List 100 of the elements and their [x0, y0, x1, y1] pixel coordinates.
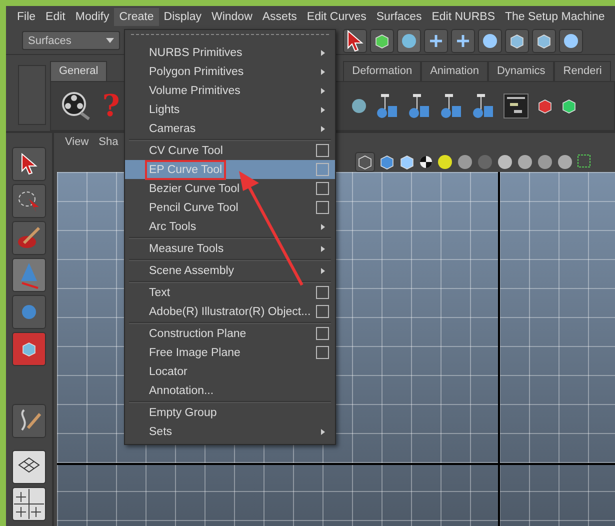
submenu-arrow-icon: [321, 268, 325, 274]
outliner-icon: [503, 93, 529, 119]
menu-item[interactable]: Create: [114, 8, 159, 26]
submenu-arrow-icon: [321, 106, 325, 112]
menu-item[interactable]: Polygon Primitives: [125, 62, 335, 81]
hierarchy-icon: [375, 93, 399, 119]
submenu-arrow-icon: [321, 126, 325, 132]
submenu-arrow-icon: [321, 428, 325, 434]
option-box[interactable]: [316, 346, 329, 359]
four-view-icon: [14, 489, 44, 519]
menu-item[interactable]: File: [12, 8, 41, 26]
menu-item[interactable]: Cameras: [125, 119, 335, 138]
panel-menu-item[interactable]: Sha: [98, 136, 118, 148]
option-box[interactable]: [316, 201, 329, 214]
menu-item[interactable]: Display: [158, 8, 206, 26]
menu-item[interactable]: Annotation...: [125, 381, 335, 400]
hierarchy-icon: [407, 93, 431, 119]
sphere-icon: [557, 154, 573, 170]
menu-set-dropdown[interactable]: Surfaces: [22, 31, 120, 50]
submenu-arrow-icon: [321, 246, 325, 252]
toolbar-button[interactable]: [478, 28, 502, 52]
toolbar-button[interactable]: [370, 28, 394, 52]
shelf-tab[interactable]: Renderi: [554, 61, 611, 81]
scale-tool-button[interactable]: [12, 332, 46, 366]
menu-item[interactable]: Window: [206, 8, 258, 26]
menu-item[interactable]: Assets: [257, 8, 302, 26]
arrow-cursor-icon: [346, 30, 364, 52]
sphere-icon: [351, 98, 367, 114]
menu-item[interactable]: Empty Group: [125, 403, 335, 422]
sculpt-tool-button[interactable]: [12, 404, 46, 438]
plus-icon: [428, 32, 444, 48]
sphere-icon: [517, 154, 533, 170]
option-box[interactable]: [316, 327, 329, 340]
toolbar-button[interactable]: [424, 28, 448, 52]
sphere-icon: [563, 32, 579, 48]
checker-icon: [419, 154, 433, 168]
submenu-arrow-icon: [321, 88, 325, 94]
menu-item[interactable]: Locator: [125, 362, 335, 381]
menu-item[interactable]: Sets: [125, 422, 335, 441]
sphere-icon: [497, 154, 513, 170]
menu-item[interactable]: Edit Curves: [302, 8, 372, 26]
toolbar-button[interactable]: [505, 28, 529, 52]
submenu-arrow-icon: [321, 68, 325, 74]
lasso-tool-button[interactable]: [12, 184, 46, 218]
plus-icon: [455, 32, 471, 48]
shelf-tab[interactable]: Animation: [421, 61, 488, 81]
shelf-tab[interactable]: General: [50, 61, 108, 81]
brush-icon: [16, 225, 42, 251]
submenu-arrow-icon: [321, 224, 325, 230]
option-box[interactable]: [316, 144, 329, 157]
menu-item[interactable]: Measure Tools: [125, 239, 335, 258]
menu-item[interactable]: Pencil Curve Tool: [125, 198, 335, 217]
menu-item[interactable]: Text: [125, 283, 335, 302]
toolbar-button[interactable]: [451, 28, 475, 52]
toolbar-button[interactable]: [397, 28, 421, 52]
rotate-tool-button[interactable]: [12, 295, 46, 329]
sphere-icon: [537, 154, 553, 170]
menu-item[interactable]: CV Curve Tool: [125, 141, 335, 160]
sphere-icon: [482, 32, 498, 48]
option-box[interactable]: [316, 286, 329, 299]
menu-item[interactable]: Adobe(R) Illustrator(R) Object...: [125, 302, 335, 321]
sphere-icon: [477, 154, 493, 170]
menu-item[interactable]: Bezier Curve Tool: [125, 179, 335, 198]
menu-item[interactable]: Edit: [40, 8, 70, 26]
toolbar-button[interactable]: [343, 28, 367, 52]
selection-marquee-icon: [577, 154, 593, 170]
wireframe-button[interactable]: [355, 152, 375, 172]
paint-tool-button[interactable]: [12, 221, 46, 255]
menu-item[interactable]: Edit NURBS: [426, 8, 500, 26]
menu-item[interactable]: Free Image Plane: [125, 343, 335, 362]
menu-item[interactable]: Arc Tools: [125, 217, 335, 236]
menu-item[interactable]: Volume Primitives: [125, 81, 335, 100]
single-layout-button[interactable]: [12, 450, 46, 484]
sphere-icon: [401, 32, 417, 48]
shelf-tab[interactable]: Deformation: [343, 61, 422, 81]
submenu-arrow-icon: [321, 50, 325, 56]
menu-item[interactable]: Construction Plane: [125, 324, 335, 343]
shelf-tab[interactable]: Dynamics: [488, 61, 554, 81]
option-box[interactable]: [316, 305, 329, 318]
sphere-icon: [457, 154, 473, 170]
menu-item[interactable]: Lights: [125, 100, 335, 119]
move-tool-button[interactable]: [12, 258, 46, 292]
film-reel-icon: [61, 91, 91, 121]
menu-item[interactable]: Modify: [70, 8, 114, 26]
toolbar-button[interactable]: [532, 28, 556, 52]
panel-menu-item[interactable]: View: [65, 136, 89, 148]
sphere-icon: [437, 154, 453, 170]
lasso-icon: [17, 189, 41, 213]
menu-item[interactable]: Surfaces: [371, 8, 427, 26]
menu-item[interactable]: The Setup Machine: [500, 8, 610, 26]
toolbar-button[interactable]: [559, 28, 583, 52]
arrow-cursor-icon: [20, 153, 38, 175]
sphere-icon: [21, 304, 37, 320]
option-box[interactable]: [316, 182, 329, 195]
four-layout-button[interactable]: [12, 487, 46, 521]
menu-item[interactable]: NURBS Primitives: [125, 43, 335, 62]
hierarchy-icon: [471, 93, 495, 119]
menu-item[interactable]: Scene Assembly: [125, 261, 335, 280]
select-tool-button[interactable]: [12, 147, 46, 181]
hierarchy-icon: [439, 93, 463, 119]
